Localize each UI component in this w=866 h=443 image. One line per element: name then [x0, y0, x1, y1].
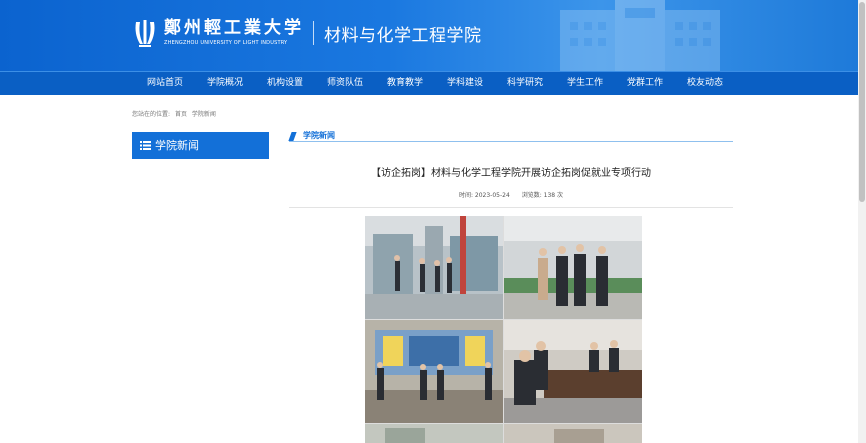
article-divider [289, 207, 733, 208]
photo-factory-visit [365, 216, 503, 319]
nav-item-faculty[interactable]: 师资队伍 [315, 72, 375, 96]
photo-exhibition [365, 320, 503, 423]
university-emblem-icon [135, 20, 155, 47]
breadcrumb-home-link[interactable]: 首页 [175, 111, 187, 118]
breadcrumb-prefix: 您站在的位置: [132, 111, 171, 118]
university-name-cn: 鄭州輕工業大学 [164, 18, 304, 38]
university-name-en: ZHENGZHOU UNIVERSITY OF LIGHT INDUSTRY [164, 40, 288, 46]
photo-group [504, 216, 642, 319]
nav-item-party-affairs[interactable]: 党群工作 [615, 72, 675, 96]
breadcrumb-current[interactable]: 学院新闻 [192, 111, 216, 118]
section-marker-icon [288, 132, 297, 141]
article-date: 时间: 2023-05-24 [458, 192, 510, 199]
nav-item-research[interactable]: 科学研究 [495, 72, 555, 96]
nav-list: 网站首页 学院概况 机构设置 师资队伍 教育教学 学科建设 科学研究 学生工作 … [135, 72, 735, 96]
university-logo[interactable]: 鄭州輕工業大学 ZHENGZHOU UNIVERSITY OF LIGHT IN… [132, 18, 482, 48]
nav-item-student-affairs[interactable]: 学生工作 [555, 72, 615, 96]
sidebar-heading-label: 学院新闻 [155, 139, 199, 152]
nav-item-overview[interactable]: 学院概况 [195, 72, 255, 96]
page: 鄭州輕工業大学 ZHENGZHOU UNIVERSITY OF LIGHT IN… [0, 0, 866, 443]
photo-additional-left [365, 424, 503, 443]
nav-item-home[interactable]: 网站首页 [135, 72, 195, 96]
campus-building-image [560, 0, 720, 71]
photo-additional-right [504, 424, 642, 443]
logo-divider [313, 21, 314, 45]
article-views: 浏览数: 138 次 [521, 192, 564, 199]
main-nav: 网站首页 学院概况 机构设置 师资队伍 教育教学 学科建设 科学研究 学生工作 … [0, 71, 858, 95]
photo-meeting [504, 320, 642, 423]
sidebar-heading[interactable]: 学院新闻 [132, 132, 269, 159]
nav-item-disciplines[interactable]: 学科建设 [435, 72, 495, 96]
nav-item-alumni[interactable]: 校友动态 [675, 72, 735, 96]
scrollbar-thumb[interactable] [859, 2, 865, 202]
article-title: 【访企拓岗】材料与化学工程学院开展访企拓岗促就业专项行动 [371, 168, 651, 179]
section-header: 学院新闻 [288, 130, 733, 142]
nav-item-organization[interactable]: 机构设置 [255, 72, 315, 96]
nav-item-education[interactable]: 教育教学 [375, 72, 435, 96]
article-photo-collage [365, 216, 642, 443]
university-name: 鄭州輕工業大学 ZHENGZHOU UNIVERSITY OF LIGHT IN… [164, 19, 304, 47]
article-meta: 时间: 2023-05-24 浏览数: 138 次 [289, 190, 733, 199]
list-icon [140, 141, 151, 150]
college-name: 材料与化学工程学院 [324, 25, 482, 46]
page-scrollbar[interactable] [858, 0, 866, 443]
breadcrumb: 您站在的位置: 首页 学院新闻 [132, 109, 219, 118]
site-header: 鄭州輕工業大学 ZHENGZHOU UNIVERSITY OF LIGHT IN… [0, 0, 858, 71]
section-title: 学院新闻 [303, 131, 335, 140]
